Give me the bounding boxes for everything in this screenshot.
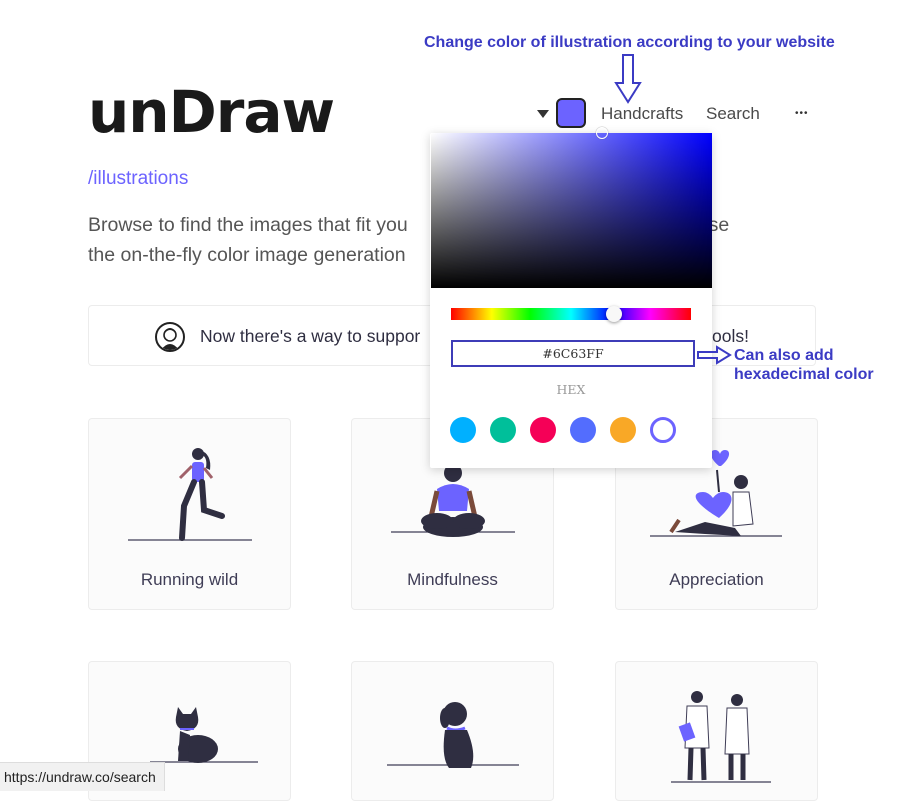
status-bar-url: https://undraw.co/search — [0, 762, 165, 791]
doctors-illustration — [671, 691, 771, 783]
card-label-mindfulness: Mindfulness — [407, 570, 498, 589]
preset-swatch-selected[interactable] — [650, 417, 676, 443]
annotation-down-arrow-icon — [614, 54, 642, 104]
dog-illustration — [387, 702, 519, 768]
saturation-cursor[interactable] — [596, 127, 608, 139]
annotation-hex-line2: hexadecimal color — [734, 366, 874, 383]
preset-swatch-blue[interactable] — [570, 417, 596, 443]
annotation-top: Change color of illustration according t… — [424, 34, 835, 51]
banner-text: Now there's a way to suppor — [200, 326, 421, 346]
dropdown-arrow-icon[interactable] — [537, 110, 549, 118]
more-menu-icon[interactable]: ••• — [795, 108, 809, 119]
hue-slider[interactable] — [451, 308, 691, 320]
preset-swatch-pink[interactable] — [530, 417, 556, 443]
annotation-right-arrow-icon — [697, 345, 732, 365]
saturation-area[interactable] — [431, 133, 712, 288]
color-swatch-button[interactable] — [556, 98, 586, 128]
description-line1: Browse to find the images that fit you — [88, 214, 408, 236]
annotation-hex: Can also add hexadecimal color — [734, 346, 874, 384]
preset-swatch-orange[interactable] — [610, 417, 636, 443]
avatar-icon — [155, 322, 185, 352]
hex-label: HEX — [556, 382, 586, 397]
annotation-hex-line1: Can also add — [734, 347, 834, 364]
preset-swatch-teal[interactable] — [490, 417, 516, 443]
nav-search[interactable]: Search — [706, 104, 760, 124]
hex-input[interactable] — [451, 340, 695, 367]
nav-handcrafts[interactable]: Handcrafts — [601, 104, 683, 124]
card-label-appreciation: Appreciation — [669, 570, 764, 589]
running-illustration — [128, 448, 252, 541]
meditation-illustration — [391, 464, 515, 537]
preset-swatch-sky[interactable] — [450, 417, 476, 443]
logo[interactable]: unDraw — [88, 78, 335, 146]
hue-slider-thumb[interactable] — [606, 306, 622, 322]
card-label-running-wild: Running wild — [140, 570, 239, 589]
cat-illustration — [150, 707, 258, 763]
illustrations-link[interactable]: /illustrations — [88, 168, 188, 190]
